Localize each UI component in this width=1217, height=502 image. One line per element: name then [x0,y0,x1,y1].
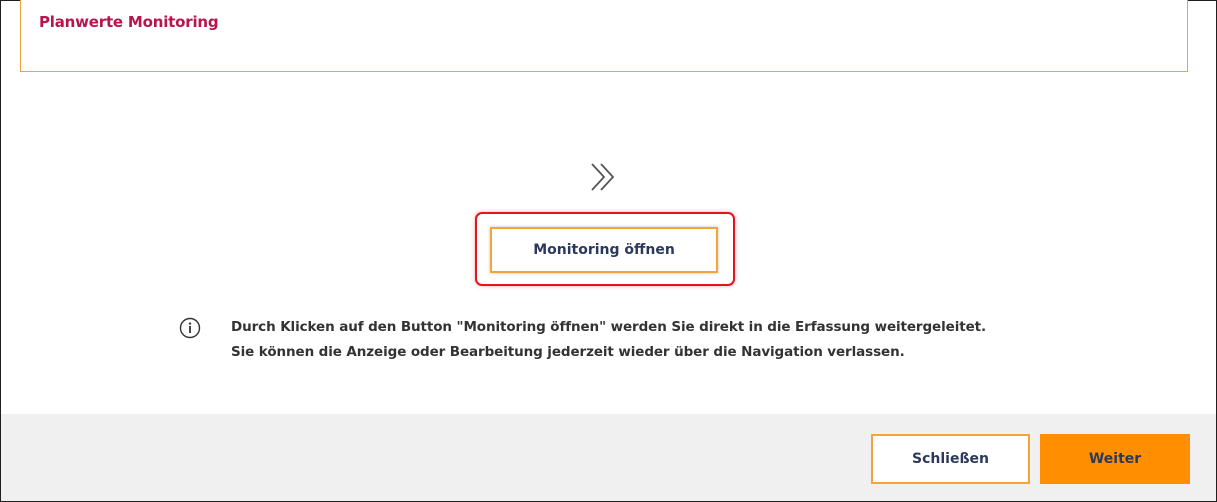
double-chevron-right-icon [591,163,615,191]
dialog-footer [1,414,1216,501]
info-line-2: Sie können die Anzeige oder Bearbeitung … [231,344,905,360]
next-button-label: Weiter [1088,451,1142,467]
open-monitoring-button[interactable]: Monitoring öffnen [490,227,718,273]
close-button[interactable]: Schließen [871,434,1030,484]
dialog-frame: Planwerte Monitoring Monitoring öffnen D… [0,0,1217,502]
info-line-1: Durch Klicken auf den Button "Monitoring… [231,319,987,335]
close-button-label: Schließen [912,451,989,467]
next-button[interactable]: Weiter [1040,434,1190,484]
info-circle-icon [179,317,201,339]
page-title: Planwerte Monitoring [39,13,219,31]
info-message: Durch Klicken auf den Button "Monitoring… [231,315,986,365]
header-panel: Planwerte Monitoring [20,0,1188,72]
open-monitoring-button-label: Monitoring öffnen [533,242,675,258]
